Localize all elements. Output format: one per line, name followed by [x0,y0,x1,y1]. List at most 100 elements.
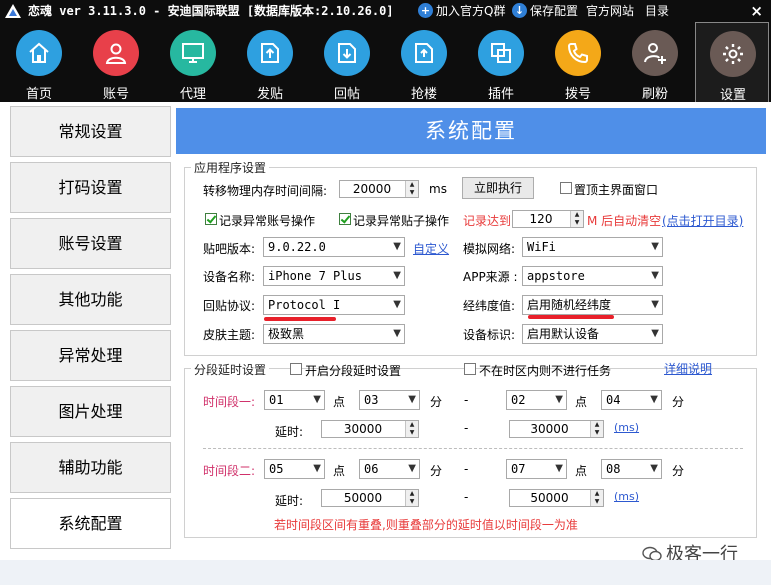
toolbar-post-button[interactable]: 发贴 [233,22,307,102]
window-title: 恋魂 ver 3.11.3.0 - 安迪国际联盟 [数据库版本:2.10.26.… [28,4,394,18]
device-name-select[interactable]: iPhone 7 Plus ▼ [263,266,405,286]
minute-label: 分 [672,464,685,478]
delay-label: 延时: [275,425,304,439]
period1-start-minute-select[interactable]: 03 ▼ [359,390,420,410]
document-icon [401,30,447,76]
period2-end-minute-select[interactable]: 08 ▼ [601,459,662,479]
period2-start-hour-select[interactable]: 05 ▼ [264,459,325,479]
period1-start-hour-select[interactable]: 01 ▼ [264,390,325,410]
toolbar-fans-button[interactable]: 刷粉 [618,22,692,102]
nav-general-settings[interactable]: 常规设置 [10,106,171,157]
device-name-label: 设备名称: [203,270,256,284]
official-site-link[interactable]: 官方网站 [586,3,634,19]
log-post-checkbox[interactable] [339,213,351,225]
spin-up-icon[interactable]: ▲ [405,421,418,429]
spin-down-icon[interactable]: ▼ [405,189,418,197]
reply-protocol-label: 回贴协议: [203,299,256,313]
run-now-button[interactable]: 立即执行 [462,177,534,199]
skin-select[interactable]: 极致黑 ▼ [263,324,405,344]
period1-delay-end-spinner[interactable]: 30000 ▲ ▼ [509,420,604,438]
open-dir-link[interactable]: (点击打开目录) [662,212,743,229]
nav-account-settings[interactable]: 账号设置 [10,218,171,269]
nav-captcha-settings[interactable]: 打码设置 [10,162,171,213]
toolbar-dial-button[interactable]: 拨号 [541,22,615,102]
chevron-down-icon: ▼ [408,463,416,474]
chevron-down-icon: ▼ [651,270,659,281]
period2-end-hour-select[interactable]: 07 ▼ [506,459,567,479]
period1-end-hour-select[interactable]: 02 ▼ [506,390,567,410]
ms-unit-link[interactable]: (ms) [614,490,639,503]
device-id-label: 设备标识: [463,328,516,342]
record-reach-spinner[interactable]: 120 ▲ ▼ [512,210,584,228]
toolbar-account-button[interactable]: 账号 [79,22,153,102]
topmost-checkbox[interactable] [560,182,572,194]
toolbar-home-button[interactable]: 首页 [2,22,76,102]
tieba-version-select[interactable]: 9.0.22.0 ▼ [263,237,405,257]
skip-outside-checkbox[interactable] [464,363,476,375]
mem-interval-spinner[interactable]: 20000 ▲ ▼ [339,180,419,198]
log-account-label: 记录异常账号操作 [219,214,316,228]
network-label: 模拟网络: [463,242,516,256]
period1-delay-start-spinner[interactable]: 30000 ▲ ▼ [321,420,419,438]
user-icon [93,30,139,76]
log-account-checkbox[interactable] [205,213,217,225]
chevron-down-icon: ▼ [313,463,321,474]
spin-down-icon[interactable]: ▼ [405,498,418,506]
nav-exception-handling[interactable]: 异常处理 [10,330,171,381]
period1-end-minute-select[interactable]: 04 ▼ [601,390,662,410]
latlng-select[interactable]: 启用随机经纬度 ▼ [522,295,663,315]
app-source-select[interactable]: appstore ▼ [522,266,663,286]
mem-interval-unit: ms [429,182,447,196]
join-group-link[interactable]: 加入官方Q群 [436,3,505,19]
nav-image-processing[interactable]: 图片处理 [10,386,171,437]
spin-down-icon[interactable]: ▼ [405,429,418,437]
spin-down-icon[interactable]: ▼ [570,219,583,227]
enable-delay-label: 开启分段延时设置 [305,364,402,378]
chevron-down-icon: ▼ [651,241,659,252]
nav-auxiliary-functions[interactable]: 辅助功能 [10,442,171,493]
toolbar-proxy-button[interactable]: 代理 [156,22,230,102]
bottom-strip [0,560,771,585]
spin-up-icon[interactable]: ▲ [570,211,583,219]
range-dash: - [464,462,469,476]
nav-other-functions[interactable]: 其他功能 [10,274,171,325]
toolbar-reply-button[interactable]: 回帖 [310,22,384,102]
close-icon[interactable]: × [750,2,763,20]
period2-start-minute-select[interactable]: 06 ▼ [359,459,420,479]
spin-down-icon[interactable]: ▼ [590,429,603,437]
latlng-label: 经纬度值: [463,299,516,313]
chevron-down-icon: ▼ [651,328,659,339]
minute-label: 分 [430,395,443,409]
spin-up-icon[interactable]: ▲ [405,490,418,498]
monitor-icon [170,30,216,76]
spin-down-icon[interactable]: ▼ [590,498,603,506]
toolbar-settings-button[interactable]: 设置 [695,22,769,103]
nav-system-config[interactable]: 系统配置 [10,498,171,549]
toolbar-grab-floor-button[interactable]: 抢楼 [387,22,461,102]
phone-icon [555,30,601,76]
spin-up-icon[interactable]: ▲ [590,490,603,498]
point-label: 点 [333,395,346,409]
enable-delay-checkbox[interactable] [290,363,302,375]
directory-link[interactable]: 目录 [645,3,669,19]
customize-link[interactable]: 自定义 [413,240,449,257]
period2-delay-end-spinner[interactable]: 50000 ▲ ▼ [509,489,604,507]
save-config-link[interactable]: 保存配置 [530,3,578,19]
detail-link[interactable]: 详细说明 [664,360,712,377]
spin-up-icon[interactable]: ▲ [590,421,603,429]
toolbar-plugin-button[interactable]: 插件 [464,22,538,102]
spin-up-icon[interactable]: ▲ [405,181,418,189]
chevron-down-icon: ▼ [555,394,563,405]
minute-label: 分 [672,395,685,409]
record-reach-label: 记录达到: [463,214,516,228]
network-select[interactable]: WiFi ▼ [522,237,663,257]
period2-label: 时间段二: [203,464,256,478]
device-id-select[interactable]: 启用默认设备 ▼ [522,324,663,344]
reply-protocol-select[interactable]: Protocol I ▼ [263,295,405,315]
ms-unit-link[interactable]: (ms) [614,421,639,434]
app-settings-title: 应用程序设置 [191,159,270,176]
period2-delay-start-spinner[interactable]: 50000 ▲ ▼ [321,489,419,507]
range-dash: - [464,421,469,435]
left-nav: 常规设置 打码设置 账号设置 其他功能 异常处理 图片处理 辅助功能 系统配置 [0,102,176,560]
delay-settings-title: 分段延时设置 [191,361,270,378]
